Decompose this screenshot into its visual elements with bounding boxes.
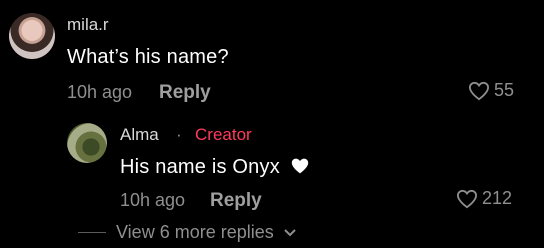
separator-dot: · bbox=[176, 125, 182, 144]
reply-text-content: His name is Onyx bbox=[120, 156, 280, 178]
reply-reply-button[interactable]: Reply bbox=[210, 190, 262, 212]
comment-text: What’s his name? bbox=[67, 46, 229, 68]
reply-button[interactable]: Reply bbox=[159, 82, 211, 104]
like-count: 55 bbox=[494, 80, 515, 100]
reply-like-button[interactable]: 212 bbox=[456, 188, 512, 209]
chevron-down-icon bbox=[284, 228, 296, 236]
view-more-label: View 6 more replies bbox=[116, 222, 274, 242]
creator-badge: Creator bbox=[195, 125, 252, 144]
reply-text: His name is Onyx bbox=[120, 156, 310, 179]
comment-timestamp: 10h ago bbox=[67, 82, 133, 102]
reply-timestamp: 10h ago bbox=[120, 190, 186, 210]
view-more-replies[interactable]: View 6 more replies bbox=[78, 222, 296, 243]
reply-avatar[interactable] bbox=[67, 123, 107, 163]
reply-username[interactable]: Alma bbox=[120, 125, 159, 145]
divider-line bbox=[78, 232, 106, 233]
comment-username[interactable]: mila.r bbox=[67, 15, 109, 35]
heart-outline-icon bbox=[468, 81, 490, 100]
reply-like-count: 212 bbox=[482, 188, 513, 208]
like-button[interactable]: 55 bbox=[468, 80, 514, 101]
heart-outline-icon bbox=[456, 189, 478, 208]
avatar[interactable] bbox=[9, 13, 55, 59]
white-heart-icon bbox=[291, 158, 308, 174]
